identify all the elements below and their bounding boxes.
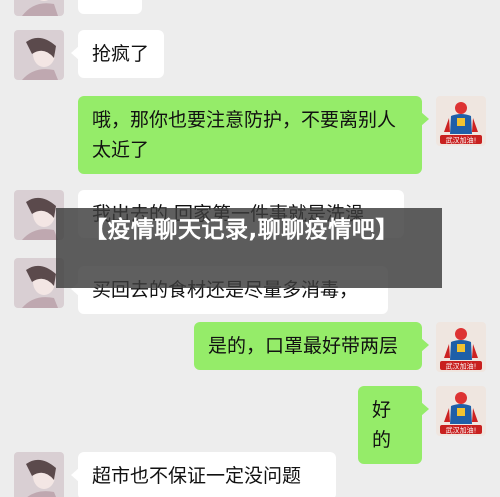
message-bubble-outgoing: 是的，口罩最好带两层 — [194, 322, 429, 370]
message-text: 好的 — [372, 399, 392, 451]
message-text: 哦，那你也要注意防护，不要离别人太近了 — [92, 109, 397, 161]
message-bubble-incoming: 超市也不保证一定没问题 — [71, 452, 336, 497]
avatar-caption: 武汉加油! — [446, 426, 477, 435]
hero-icon: 武汉加油! — [436, 322, 486, 372]
avatar-caption: 武汉加油! — [446, 136, 477, 145]
message-text: 超市也不保证一定没问题 — [92, 465, 302, 487]
self-avatar[interactable]: 武汉加油! — [436, 96, 486, 146]
message-bubble-incoming: 抢疯了 — [71, 30, 164, 78]
message-text: 抢疯了 — [92, 43, 150, 65]
contact-avatar[interactable] — [14, 0, 64, 16]
self-avatar[interactable]: 武汉加油! — [436, 386, 486, 436]
message-row-partial — [0, 0, 500, 16]
message-bubble-partial — [78, 0, 142, 14]
contact-avatar[interactable] — [14, 452, 64, 497]
message-row: 哦，那你也要注意防护，不要离别人太近了 武汉加油! — [0, 96, 500, 176]
banner-title: 【疫情聊天记录,聊聊疫情吧】 — [84, 217, 399, 243]
avatar-caption: 武汉加油! — [446, 362, 477, 371]
message-bubble-outgoing: 哦，那你也要注意防护，不要离别人太近了 — [78, 96, 429, 174]
chat-screen: 抢疯了 哦，那你也要注意防护，不要离别人太近了 武汉加油! 买回去的食材还是尽量… — [0, 0, 500, 497]
contact-avatar[interactable] — [14, 30, 64, 80]
person-photo-icon — [14, 0, 64, 16]
self-avatar[interactable]: 武汉加油! — [436, 322, 486, 372]
message-row: 抢疯了 — [0, 30, 500, 86]
hero-icon: 武汉加油! — [436, 386, 486, 436]
message-row: 超市也不保证一定没问题 — [0, 452, 500, 497]
hero-icon: 武汉加油! — [436, 96, 486, 146]
message-row: 好的 武汉加油! — [0, 386, 500, 464]
person-photo-icon — [14, 30, 64, 80]
person-photo-icon — [14, 452, 64, 497]
message-row: 是的，口罩最好带两层 武汉加油! — [0, 322, 500, 374]
message-text: 是的，口罩最好带两层 — [208, 335, 399, 357]
